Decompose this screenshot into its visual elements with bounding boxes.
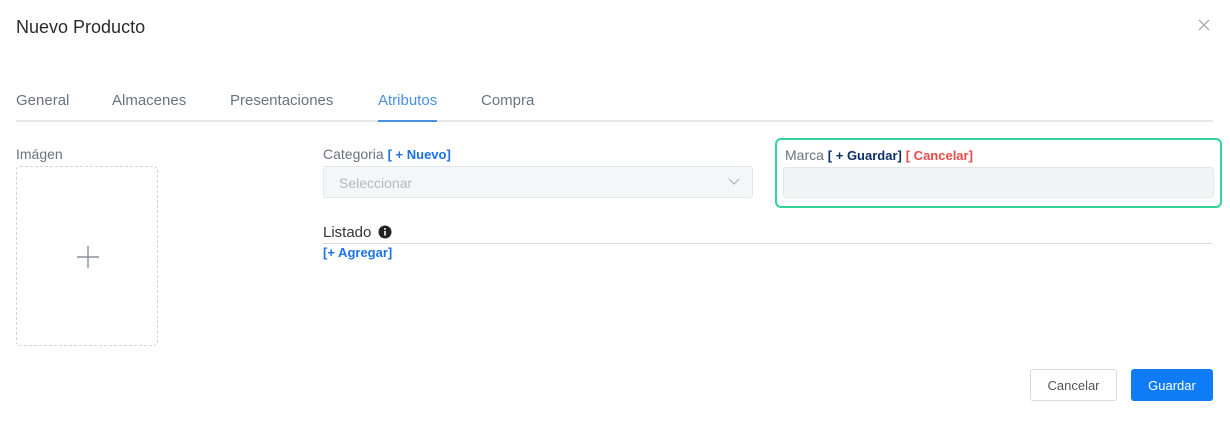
plus-icon — [77, 246, 99, 268]
tab-compra[interactable]: Compra — [481, 92, 534, 122]
tab-presentaciones[interactable]: Presentaciones — [230, 92, 333, 122]
marca-field-group: Marca [ + Guardar] [ Cancelar] — [775, 138, 1222, 208]
marca-cancel-link[interactable]: [ Cancelar] — [906, 148, 973, 163]
save-button[interactable]: Guardar — [1131, 369, 1213, 401]
tab-atributos[interactable]: Atributos — [378, 92, 438, 122]
listado-divider — [323, 243, 1213, 244]
categoria-label: Categoria [ + Nuevo] — [323, 146, 451, 162]
tab-almacenes[interactable]: Almacenes — [112, 92, 186, 122]
close-icon[interactable] — [1197, 18, 1213, 34]
marca-label: Marca [ + Guardar] [ Cancelar] — [785, 147, 973, 163]
cancel-button[interactable]: Cancelar — [1030, 369, 1117, 401]
tab-bar: General Almacenes Presentaciones Atribut… — [16, 92, 1213, 122]
tab-general[interactable]: General — [16, 92, 69, 122]
categoria-select[interactable]: Seleccionar — [323, 166, 753, 198]
marca-save-link[interactable]: [ + Guardar] — [828, 148, 902, 163]
categoria-placeholder: Seleccionar — [339, 175, 413, 191]
categoria-new-link[interactable]: [ + Nuevo] — [388, 147, 451, 162]
image-upload-area[interactable] — [16, 166, 158, 346]
image-label: Imágen — [16, 146, 63, 162]
dialog-title: Nuevo Producto — [16, 17, 146, 37]
listado-label-text: Listado — [323, 224, 372, 241]
listado-label: Listado — [323, 224, 392, 241]
categoria-label-text: Categoria — [323, 146, 384, 162]
listado-add-link[interactable]: [+ Agregar] — [323, 245, 392, 260]
marca-input[interactable] — [783, 167, 1214, 198]
info-icon[interactable] — [378, 225, 392, 239]
marca-label-text: Marca — [785, 147, 824, 163]
chevron-down-icon — [728, 178, 740, 185]
